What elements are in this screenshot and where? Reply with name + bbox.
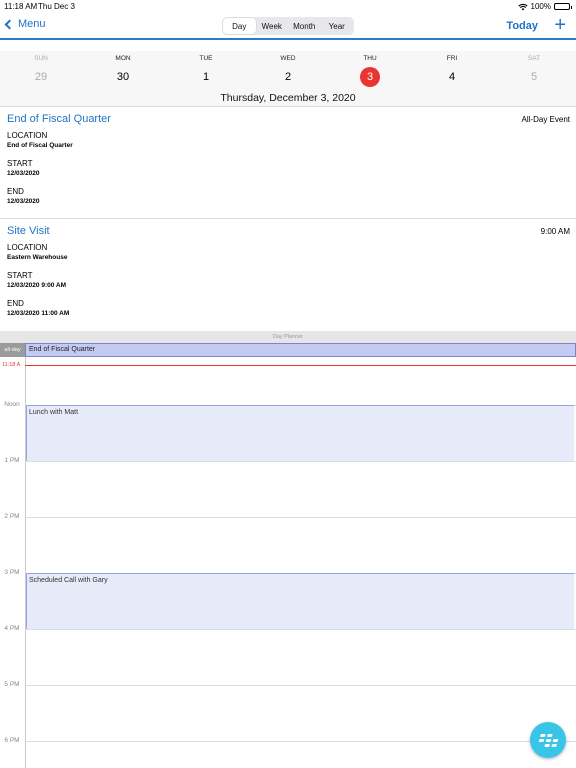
timeline[interactable]: 11:18 A Noon 1 PM 2 PM 3 PM 4 PM 5 PM 6 …: [0, 357, 576, 768]
hour-label: 2 PM: [4, 513, 20, 520]
battery-icon: [554, 3, 572, 10]
status-bar: 11:18 AM Thu Dec 3 100%: [0, 0, 576, 14]
hour-row: 5 PM: [0, 681, 576, 688]
tab-week[interactable]: Week: [256, 18, 289, 34]
nav-bar: Menu Day Week Month Year Today +: [0, 14, 576, 40]
location-label: LOCATION: [7, 131, 48, 140]
status-right: 100%: [517, 2, 572, 11]
hour-row: 4 PM: [0, 625, 576, 632]
all-day-row: all-day End of Fiscal Quarter: [0, 343, 576, 357]
day-number: 1: [202, 71, 210, 83]
day-name: WED: [280, 55, 296, 62]
week-strip: SUN 29 MON 30 TUE 1 WED 2 THU 3 FRI 4 SA…: [0, 51, 576, 107]
blackberry-action-button[interactable]: [530, 722, 566, 758]
location-value: End of Fiscal Quarter: [7, 142, 73, 149]
end-value: 12/03/2020: [7, 198, 40, 205]
day-name: TUE: [199, 55, 213, 62]
hour-label: 4 PM: [4, 625, 20, 632]
wifi-icon: [517, 3, 528, 10]
day-wed[interactable]: WED 2: [258, 55, 318, 87]
day-sat[interactable]: SAT 5: [504, 55, 564, 87]
day-number-selected: 3: [340, 67, 400, 87]
event-title[interactable]: End of Fiscal Quarter: [7, 113, 111, 125]
day-name: MON: [115, 55, 131, 62]
add-event-button[interactable]: +: [554, 14, 566, 37]
blackberry-icon: [537, 733, 559, 747]
day-fri[interactable]: FRI 4: [422, 55, 482, 87]
day-planner-header: Day Planner: [0, 331, 576, 343]
day-thu[interactable]: THU 3: [340, 55, 400, 87]
all-day-event[interactable]: End of Fiscal Quarter: [25, 343, 576, 357]
event-title[interactable]: Site Visit: [7, 225, 50, 237]
tab-month[interactable]: Month: [288, 18, 321, 34]
view-segmented-control: Day Week Month Year: [222, 17, 354, 35]
today-button[interactable]: Today: [506, 20, 538, 32]
start-label: START: [7, 271, 33, 280]
current-time-indicator: 11:18 A: [0, 362, 576, 368]
day-name: SUN: [34, 55, 48, 62]
day-sun[interactable]: SUN 29: [11, 55, 71, 87]
chevron-left-icon: [4, 19, 15, 29]
start-value: 12/03/2020: [7, 170, 40, 177]
start-value: 12/03/2020 9:00 AM: [7, 282, 67, 289]
all-day-tag: all-day: [0, 343, 25, 357]
tab-day[interactable]: Day: [223, 18, 256, 34]
event-time: All-Day Event: [521, 115, 570, 124]
start-label: START: [7, 159, 33, 168]
day-mon[interactable]: MON 30: [93, 55, 153, 87]
location-value: Eastern Warehouse: [7, 254, 68, 261]
hour-row: 2 PM: [0, 513, 576, 520]
day-name: SAT: [527, 55, 541, 62]
day-number: 5: [530, 71, 538, 83]
hour-row: 1 PM: [0, 457, 576, 464]
selected-day-circle: 3: [360, 67, 380, 87]
event-card-site-visit[interactable]: Site Visit 9:00 AM LOCATION Eastern Ware…: [0, 219, 576, 331]
day-number: 4: [448, 71, 456, 83]
selected-full-date: Thursday, December 3, 2020: [220, 92, 356, 104]
hour-label: 6 PM: [4, 737, 20, 744]
hour-label: 1 PM: [4, 457, 20, 464]
end-label: END: [7, 187, 24, 196]
location-label: LOCATION: [7, 243, 48, 252]
end-value: 12/03/2020 11:00 AM: [7, 310, 70, 317]
hour-label: 3 PM: [4, 569, 20, 576]
status-date: Thu Dec 3: [38, 2, 75, 11]
timeline-event-lunch[interactable]: Lunch with Matt: [26, 405, 574, 461]
day-number: 29: [34, 71, 48, 83]
current-time-label: 11:18 A: [2, 362, 21, 368]
event-card-fiscal-quarter[interactable]: End of Fiscal Quarter All-Day Event LOCA…: [0, 107, 576, 219]
timeline-event-call[interactable]: Scheduled Call with Gary: [26, 573, 574, 629]
hour-row: 6 PM: [0, 737, 576, 744]
hour-label: 5 PM: [4, 681, 20, 688]
day-number: 2: [284, 71, 292, 83]
day-number: 30: [116, 71, 130, 83]
day-name: THU: [363, 55, 377, 62]
tab-year[interactable]: Year: [321, 18, 354, 34]
menu-button[interactable]: Menu: [4, 18, 46, 30]
day-name: FRI: [446, 55, 458, 62]
menu-label: Menu: [18, 18, 46, 30]
battery-percent: 100%: [530, 2, 551, 11]
day-tue[interactable]: TUE 1: [176, 55, 236, 87]
event-time: 9:00 AM: [540, 227, 570, 236]
hour-label: Noon: [4, 401, 20, 408]
end-label: END: [7, 299, 24, 308]
status-time: 11:18 AM: [4, 2, 38, 11]
